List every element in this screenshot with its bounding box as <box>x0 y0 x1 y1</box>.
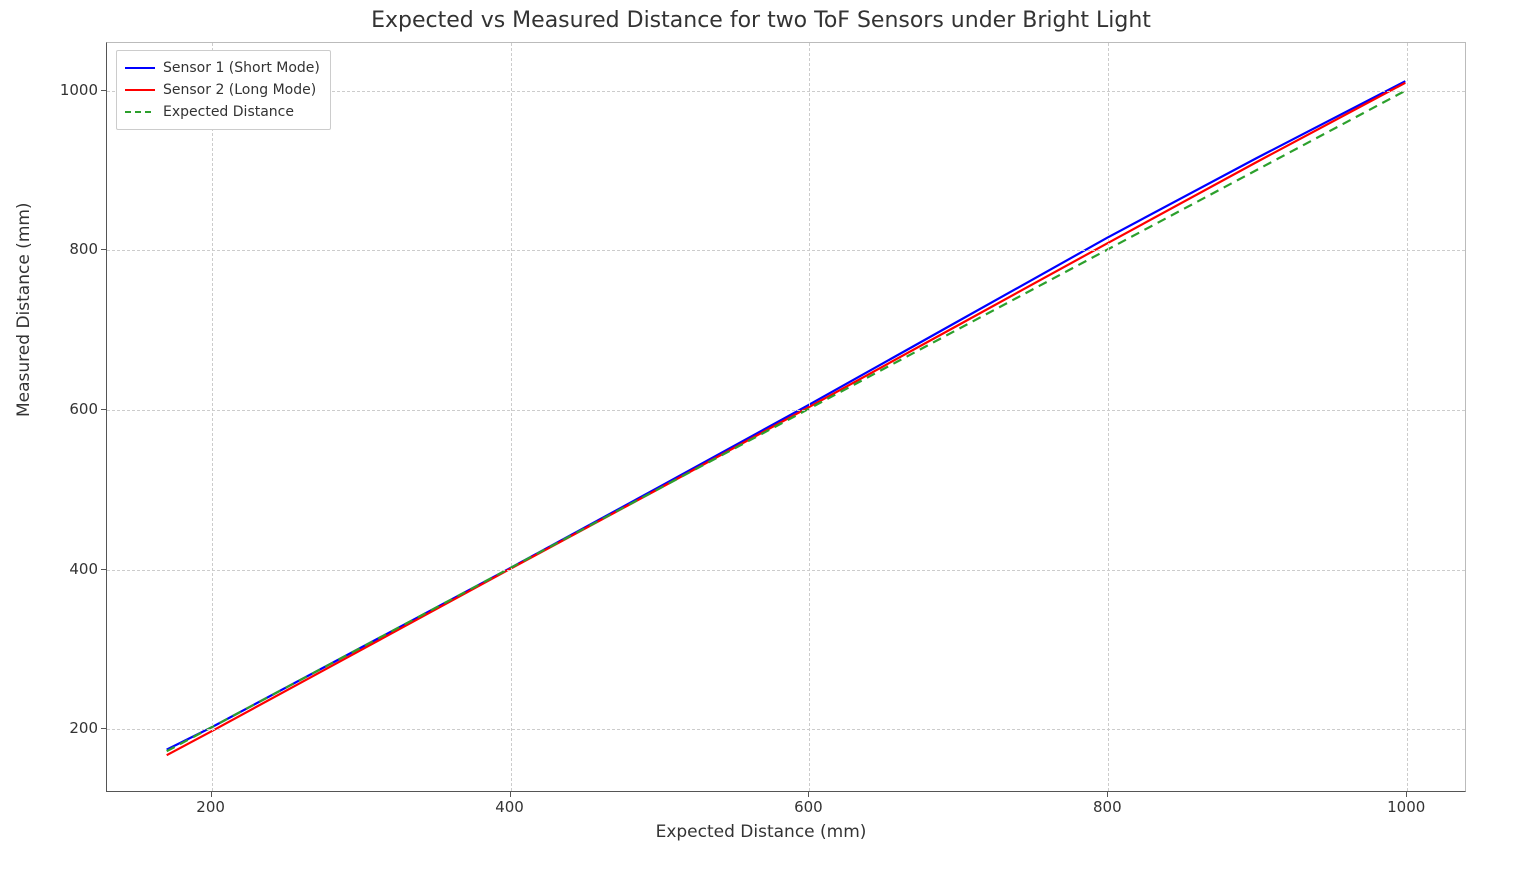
plot-area <box>106 42 1466 792</box>
x-axis-label: Expected Distance (mm) <box>0 822 1522 842</box>
x-tick-label: 600 <box>794 798 823 816</box>
x-tick-label: 400 <box>495 798 524 816</box>
y-tick-label: 600 <box>58 400 98 418</box>
x-tick-mark <box>808 792 809 797</box>
plot-lines-svg <box>107 43 1465 791</box>
grid-line-v <box>809 43 810 791</box>
legend-swatch <box>125 105 155 119</box>
grid-line-h <box>107 410 1465 411</box>
legend-label: Expected Distance <box>163 104 294 120</box>
legend: Sensor 1 (Short Mode) Sensor 2 (Long Mode… <box>116 50 331 130</box>
x-tick-mark <box>1406 792 1407 797</box>
legend-line-icon <box>125 67 155 69</box>
chart-container: Expected vs Measured Distance for two To… <box>0 0 1522 870</box>
legend-swatch <box>125 83 155 97</box>
grid-line-v <box>212 43 213 791</box>
x-tick-label: 800 <box>1093 798 1122 816</box>
legend-item: Sensor 1 (Short Mode) <box>125 57 320 79</box>
y-tick-mark <box>101 249 106 250</box>
legend-swatch <box>125 61 155 75</box>
y-axis-label: Measured Distance (mm) <box>14 202 34 417</box>
grid-line-v <box>511 43 512 791</box>
x-tick-label: 200 <box>196 798 225 816</box>
grid-line-h <box>107 250 1465 251</box>
y-tick-label: 800 <box>58 240 98 258</box>
legend-item: Expected Distance <box>125 101 320 123</box>
legend-label: Sensor 2 (Long Mode) <box>163 82 316 98</box>
legend-line-icon <box>125 111 155 113</box>
y-tick-mark <box>101 409 106 410</box>
y-tick-mark <box>101 90 106 91</box>
y-tick-label: 1000 <box>58 81 98 99</box>
series-line <box>167 83 1406 755</box>
series-line <box>167 91 1406 751</box>
x-tick-label: 1000 <box>1387 798 1425 816</box>
y-tick-mark <box>101 728 106 729</box>
y-tick-mark <box>101 569 106 570</box>
grid-line-h <box>107 729 1465 730</box>
x-tick-mark <box>510 792 511 797</box>
x-tick-mark <box>211 792 212 797</box>
grid-line-h <box>107 570 1465 571</box>
grid-line-v <box>1407 43 1408 791</box>
chart-title: Expected vs Measured Distance for two To… <box>0 8 1522 33</box>
y-tick-label: 400 <box>58 560 98 578</box>
legend-label: Sensor 1 (Short Mode) <box>163 60 320 76</box>
x-tick-mark <box>1107 792 1108 797</box>
y-tick-label: 200 <box>58 719 98 737</box>
legend-line-icon <box>125 89 155 91</box>
grid-line-v <box>1108 43 1109 791</box>
legend-item: Sensor 2 (Long Mode) <box>125 79 320 101</box>
